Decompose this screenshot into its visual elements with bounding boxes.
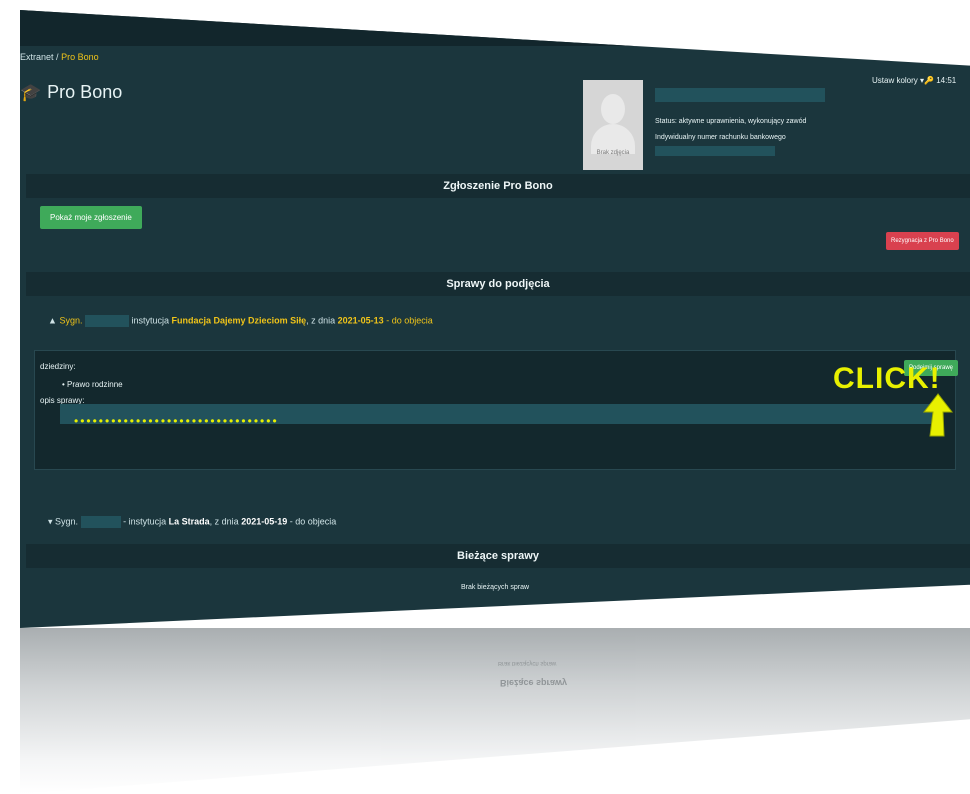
institution-label: instytucja: [131, 315, 170, 326]
case-status: - do objecia: [386, 315, 433, 326]
case-status: - do objecia: [289, 516, 337, 527]
show-submission-button[interactable]: Pokaż moje zgłoszenie: [40, 206, 142, 229]
case-signature-label: Sygn.: [55, 516, 79, 527]
domain-text: Prawo rodzinne: [67, 380, 123, 389]
avatar-head-shape: [601, 94, 625, 124]
case-header-1[interactable]: ▲ Sygn. instytucja Fundacja Dajemy Dziec…: [48, 315, 433, 327]
section-title: Bieżące sprawy: [457, 550, 539, 562]
graduation-cap-icon: 🎓: [20, 83, 42, 102]
breadcrumb-current: Pro Bono: [61, 52, 99, 62]
clock-text: 14:51: [936, 76, 957, 85]
page-title-text: Pro Bono: [47, 82, 123, 102]
institution-label: - instytucja: [123, 516, 167, 527]
section-title: Zgłoszenie Pro Bono: [443, 180, 553, 192]
redacted-description: •••••••••••••••••••••••••••••••••: [74, 414, 279, 428]
avatar: Brak zdjęcia: [583, 80, 643, 170]
case-signature-label: Sygn.: [59, 315, 83, 326]
top-bar: [20, 10, 970, 46]
no-photo-label: Brak zdjęcia: [596, 150, 630, 156]
institution-name: Fundacja Dajemy Dzieciom Siłę: [171, 315, 307, 326]
status-text: Status: aktywne uprawnienia, wykonujący …: [655, 118, 807, 125]
breadcrumb-root[interactable]: Extranet: [20, 52, 54, 62]
set-colors-menu[interactable]: Ustaw kolory ▾: [872, 76, 924, 85]
account-label: Indywidualny numer rachunku bankowego: [655, 134, 786, 141]
case-date: 2021-05-19: [241, 516, 288, 527]
redacted-account-number: [655, 146, 775, 156]
redacted-signature: [80, 516, 121, 528]
reflection-empty-text: Brak bieżących spraw: [498, 660, 557, 666]
no-current-cases-text: Brak bieżących spraw: [460, 584, 530, 591]
arrow-up-icon: [922, 393, 954, 437]
click-annotation: CLICK!: [833, 362, 941, 395]
breadcrumb: Extranet / Pro Bono: [20, 52, 99, 62]
case-date: 2021-05-13: [337, 315, 384, 326]
institution-name: La Strada: [168, 516, 210, 527]
session-clock: 🔑 14:51: [924, 76, 956, 85]
domains-label: dziedziny:: [40, 362, 76, 371]
mirror-reflection: Bieżące sprawy Brak bieżących spraw: [20, 628, 970, 794]
case-header-2[interactable]: ▾ Sygn. - instytucja La Strada, z dnia 2…: [48, 516, 336, 528]
reflection-title: Bieżące sprawy: [500, 678, 568, 688]
domain-item: • Prawo rodzinne: [62, 380, 123, 389]
cases-section-header: Sprawy do podjęcia: [26, 272, 970, 296]
redacted-signature: [84, 315, 129, 327]
section-title: Sprawy do podjęcia: [446, 278, 550, 290]
current-cases-section-header: Bieżące sprawy: [26, 544, 970, 568]
app-window: Extranet / Pro Bono 🎓 Pro Bono Ustaw kolo…: [20, 10, 970, 628]
redacted-name: [655, 88, 825, 102]
breadcrumb-separator: /: [56, 52, 59, 62]
bullet-icon: •: [62, 380, 65, 389]
date-label: , z dnia: [209, 516, 239, 527]
page-title: 🎓 Pro Bono: [20, 82, 122, 103]
screenshot-frame: Extranet / Pro Bono 🎓 Pro Bono Ustaw kolo…: [0, 0, 970, 794]
resign-pro-bono-button[interactable]: Rezygnacja z Pro Bono: [886, 232, 959, 250]
key-icon: 🔑: [924, 76, 934, 85]
date-label: , z dnia: [306, 315, 336, 326]
expand-icon[interactable]: ▾: [48, 516, 53, 526]
collapse-icon[interactable]: ▲: [48, 315, 57, 325]
submission-section-header: Zgłoszenie Pro Bono: [26, 174, 970, 198]
